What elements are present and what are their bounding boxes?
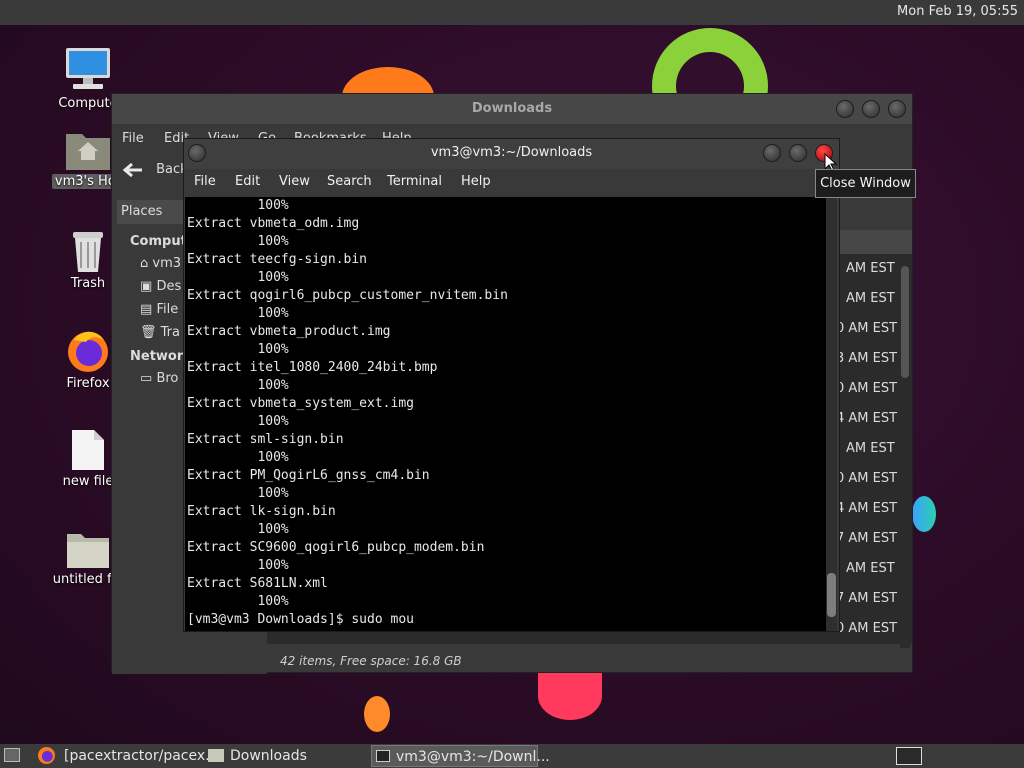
close-button[interactable] — [888, 100, 906, 118]
close-window-tooltip: Close Window — [815, 169, 916, 198]
menu-terminal[interactable]: Terminal — [387, 174, 442, 189]
file-icon — [72, 430, 104, 470]
drive-icon: ▤ — [140, 302, 153, 317]
date-cell: 7 AM EST — [836, 531, 898, 546]
terminal-small-icon — [376, 750, 390, 762]
terminal-line: 100% — [187, 198, 289, 213]
terminal-line: 100% — [187, 270, 289, 285]
terminal-line: [vm3@vm3 Downloads]$ sudo mou — [187, 612, 414, 627]
sidebar-item-trash[interactable]: 🗑 Tra — [140, 325, 180, 340]
decor-orange-drop — [364, 696, 390, 732]
date-cell: AM EST — [846, 261, 895, 276]
date-cell: 7 AM EST — [836, 591, 898, 606]
back-button[interactable]: Back — [122, 156, 188, 184]
menu-view[interactable]: View — [279, 174, 310, 189]
folder-icon — [67, 534, 109, 568]
terminal-line: 100% — [187, 342, 289, 357]
show-desktop-icon[interactable] — [4, 748, 20, 762]
file-list-scrollbar[interactable] — [900, 258, 910, 648]
arrow-left-icon — [122, 162, 142, 177]
task-terminal[interactable]: vm3@vm3:~/Downl... — [371, 745, 550, 767]
maximize-button[interactable] — [862, 100, 880, 118]
workspace-switcher-icon[interactable] — [896, 747, 922, 765]
file-manager-titlebar[interactable]: Downloads — [112, 94, 912, 124]
sidebar-item-filesystem[interactable]: ▤ File — [140, 302, 178, 317]
computer-icon — [66, 48, 110, 89]
terminal-line: Extract S681LN.xml — [187, 576, 328, 591]
terminal-line: 100% — [187, 594, 289, 609]
desktop-icon-label: Compute — [58, 96, 118, 111]
menu-search[interactable]: Search — [327, 174, 372, 189]
date-cell: 4 AM EST — [836, 411, 898, 426]
terminal-line: 100% — [187, 306, 289, 321]
date-cell: 3 AM EST — [836, 351, 898, 366]
sidebar-item-home[interactable]: ⌂ vm3 — [140, 256, 181, 271]
scrollbar-thumb[interactable] — [827, 573, 836, 617]
terminal-line: 100% — [187, 450, 289, 465]
home-folder-icon — [66, 134, 110, 170]
maximize-button[interactable] — [789, 144, 807, 162]
decor-blue-blob — [912, 496, 936, 532]
terminal-line: Extract itel_1080_2400_24bit.bmp — [187, 360, 438, 375]
menu-edit[interactable]: Edit — [235, 174, 260, 189]
terminal-line: 100% — [187, 558, 289, 573]
terminal-titlebar[interactable]: vm3@vm3:~/Downloads — [184, 139, 839, 169]
desktop-icon-label: Firefox — [66, 376, 110, 391]
terminal-scrollbar[interactable] — [826, 197, 837, 631]
trash-icon — [73, 232, 103, 272]
terminal-menubar: File Edit View Search Terminal Help — [184, 169, 839, 197]
terminal-line: 100% — [187, 378, 289, 393]
date-cell: 0 AM EST — [836, 621, 898, 636]
terminal-line: Extract teecfg-sign.bin — [187, 252, 368, 267]
task-pacextractor[interactable]: [pacextractor/pacex... — [40, 745, 219, 767]
terminal-line: Extract vbmeta_product.img — [187, 324, 391, 339]
desktop-icon-label: new file — [62, 474, 114, 489]
terminal-output[interactable]: 100% Extract vbmeta_odm.img 100% Extract t… — [185, 197, 826, 631]
terminal-line: Extract vbmeta_odm.img — [187, 216, 360, 231]
date-cell: 0 AM EST — [836, 321, 898, 336]
terminal-line: 100% — [187, 414, 289, 429]
menu-file[interactable]: File — [122, 131, 144, 146]
sidebar-item-desktop[interactable]: ▣ Des — [140, 279, 181, 294]
scrollbar-thumb[interactable] — [901, 266, 909, 378]
decor-pink-blob — [538, 672, 602, 720]
terminal-line: 100% — [187, 234, 289, 249]
sidebar-item-browse-network[interactable]: ▭ Bro — [140, 371, 178, 386]
top-panel: Mon Feb 19, 05:55 — [0, 0, 1024, 25]
date-cell: 4 AM EST — [836, 501, 898, 516]
date-cell: 0 AM EST — [836, 381, 898, 396]
terminal-line: Extract qogirl6_pubcp_customer_nvitem.bi… — [187, 288, 508, 303]
terminal-line: 100% — [187, 486, 289, 501]
date-cell: AM EST — [846, 561, 895, 576]
window-title: vm3@vm3:~/Downloads — [430, 145, 593, 160]
trash-small-icon: 🗑 — [140, 325, 157, 340]
task-downloads[interactable]: Downloads — [206, 745, 366, 767]
window-title: Downloads — [471, 101, 553, 116]
desktop-icon-label: Trash — [70, 276, 106, 291]
minimize-button[interactable] — [836, 100, 854, 118]
folder-small-icon — [208, 749, 224, 762]
terminal-line: Extract sml-sign.bin — [187, 432, 344, 447]
desktop-icon: ▣ — [140, 279, 153, 294]
date-cell: AM EST — [846, 291, 895, 306]
date-cell: 0 AM EST — [836, 471, 898, 486]
terminal-line: Extract vbmeta_system_ext.img — [187, 396, 414, 411]
status-bar: 42 items, Free space: 16.8 GB — [280, 654, 462, 668]
network-icon: ▭ — [140, 371, 153, 386]
date-cell: AM EST — [846, 441, 895, 456]
clock[interactable]: Mon Feb 19, 05:55 — [897, 4, 1018, 19]
taskbar: [pacextractor/pacex... Downloads vm3@vm3… — [0, 744, 1024, 768]
minimize-button[interactable] — [763, 144, 781, 162]
menu-file[interactable]: File — [194, 174, 216, 189]
menu-help[interactable]: Help — [461, 174, 491, 189]
terminal-window[interactable]: vm3@vm3:~/Downloads File Edit View Searc… — [183, 138, 840, 632]
window-menu-button[interactable] — [188, 144, 206, 162]
firefox-icon — [68, 331, 108, 372]
terminal-line: 100% — [187, 522, 289, 537]
terminal-line: Extract lk-sign.bin — [187, 504, 336, 519]
terminal-line: Extract SC9600_qogirl6_pubcp_modem.bin — [187, 540, 485, 555]
terminal-line: Extract PM_QogirL6_gnss_cm4.bin — [187, 468, 430, 483]
home-icon: ⌂ — [140, 256, 149, 271]
